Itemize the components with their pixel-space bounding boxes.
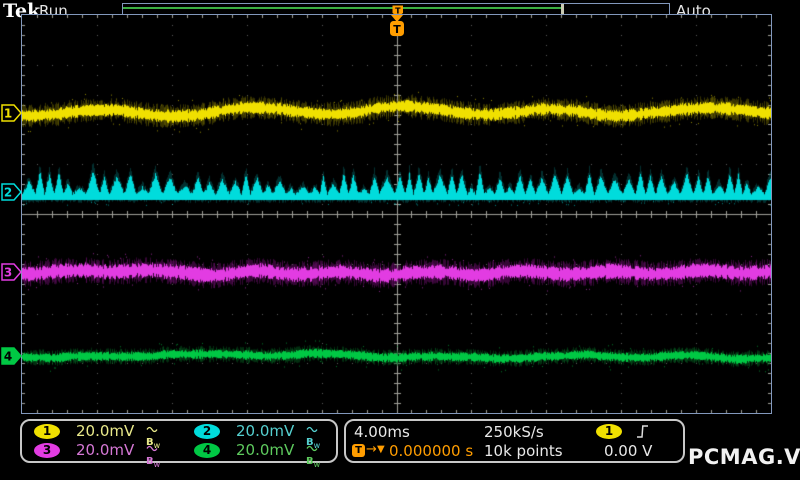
channel-2-marker[interactable]: 2 [1, 183, 22, 201]
horizontal-trigger-panel: 4.00ms 250kS/s 1 T → ▼ 0.000000 s 10k po… [344, 419, 685, 463]
trigger-t-badge[interactable]: T [352, 444, 365, 457]
rising-slope-icon [637, 425, 648, 438]
channel-1-marker[interactable]: 1 [1, 104, 22, 122]
svg-text:3: 3 [4, 266, 12, 280]
sample-rate: 250kS/s [484, 423, 544, 441]
channel-1-badge[interactable]: 1 [34, 424, 60, 439]
channel-4-badge[interactable]: 4 [194, 443, 220, 458]
channel-3-scale: 20.0mV [76, 441, 135, 459]
channel-2-scale: 20.0mV [236, 422, 295, 440]
channel-4-marker[interactable]: 4 [1, 347, 22, 365]
channel-4-scale: 20.0mV [236, 441, 295, 459]
ac-coupling-icon [146, 426, 158, 433]
down-marker-icon: ▼ [377, 444, 385, 455]
channel-1-scale: 20.0mV [76, 422, 135, 440]
channel-2-badge[interactable]: 2 [194, 424, 220, 439]
trigger-position-readout: 0.000000 s [389, 442, 474, 460]
bw-limit-icon: B [306, 456, 314, 467]
svg-text:2: 2 [4, 186, 12, 200]
timebase-scale[interactable]: 4.00ms [354, 423, 410, 441]
trigger-t-glyph: T [393, 23, 401, 36]
ac-coupling-icon [146, 445, 158, 452]
record-span-line [123, 7, 562, 9]
trigger-source-badge[interactable]: 1 [596, 424, 622, 439]
waveform-display [22, 15, 771, 413]
channel-3-marker[interactable]: 3 [1, 263, 22, 281]
svg-text:4: 4 [4, 350, 12, 364]
trigger-level-readout: 0.00 V [604, 442, 653, 460]
channel-3-coupling-icons: Bw [146, 443, 160, 470]
ac-coupling-icon [306, 445, 318, 452]
channel-3-badge[interactable]: 3 [34, 443, 60, 458]
ac-coupling-icon [306, 426, 318, 433]
oscilloscope-screen: Tek Run Auto T T 1 2 3 4 1 20.0mV Bw 2 2… [0, 0, 800, 480]
bw-limit-icon: B [146, 456, 154, 467]
channel-readouts-panel: 1 20.0mV Bw 2 20.0mV Bw 3 20.0mV Bw 4 20… [20, 419, 338, 469]
window-bracket [561, 4, 564, 14]
trigger-point-flag[interactable]: T [388, 15, 406, 38]
arrow-right-icon: → [366, 442, 377, 457]
watermark: PCMAG.VN [688, 445, 800, 469]
record-length: 10k points [484, 442, 563, 460]
svg-text:1: 1 [4, 107, 12, 121]
channel-4-coupling-icons: Bw [306, 443, 320, 470]
